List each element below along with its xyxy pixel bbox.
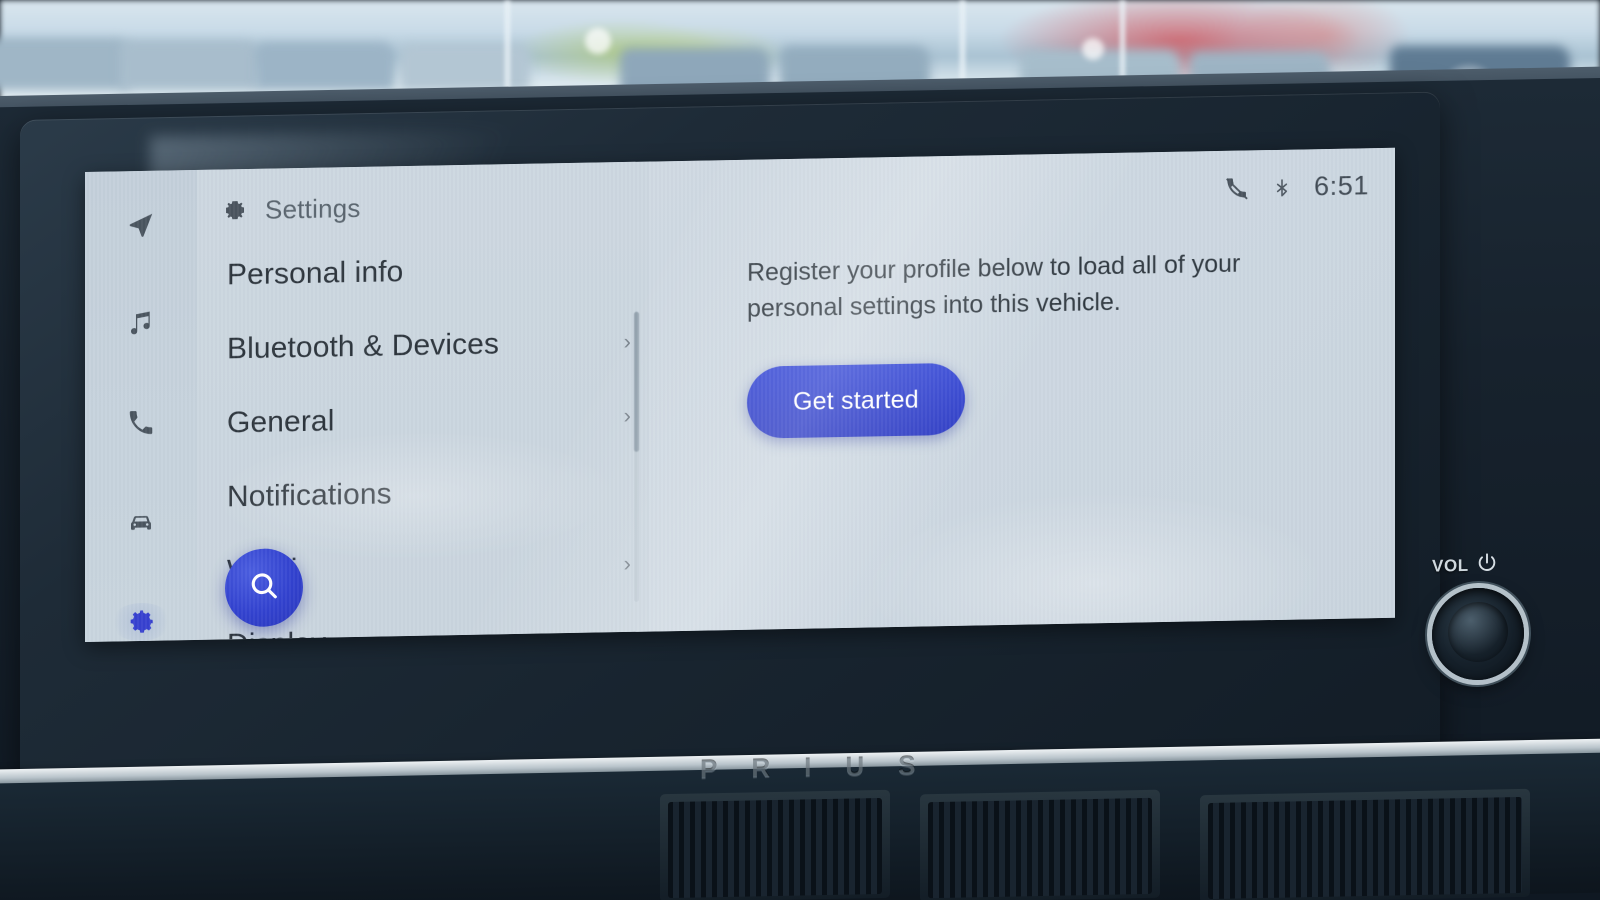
prius-badge: PRIUS <box>700 749 950 785</box>
settings-item-label: General <box>227 404 335 440</box>
car-icon <box>126 507 156 538</box>
blurred-car <box>0 38 130 90</box>
music-note-icon <box>126 308 156 339</box>
blurred-car <box>120 40 260 90</box>
lamppost <box>505 0 510 90</box>
scrollbar-thumb[interactable] <box>634 311 639 452</box>
light-bokeh <box>1082 38 1104 60</box>
rail-item-media[interactable] <box>111 304 171 343</box>
settings-list-panel: Settings Personal info › Bluetooth & Dev… <box>197 161 649 640</box>
blurred-car <box>400 44 530 90</box>
content-panel: 6:51 Register your profile below to load… <box>649 147 1395 632</box>
navigation-arrow-icon <box>126 208 156 239</box>
air-vent <box>1208 796 1522 900</box>
lamppost <box>960 0 965 90</box>
rail-item-navigation[interactable] <box>111 204 171 243</box>
settings-item-bluetooth-devices[interactable]: Bluetooth & Devices › <box>197 305 649 387</box>
chevron-right-icon: › <box>623 550 631 577</box>
rail-item-vehicle[interactable] <box>111 503 171 542</box>
infotainment-screen: Settings Personal info › Bluetooth & Dev… <box>85 147 1395 642</box>
bluetooth-icon <box>1272 174 1292 200</box>
volume-label-group: VOL <box>1432 551 1498 579</box>
settings-item-personal-info[interactable]: Personal info › <box>197 231 649 313</box>
gear-icon <box>126 607 156 638</box>
phone-off-icon <box>1224 175 1250 201</box>
settings-header: Settings <box>197 162 649 227</box>
rail-item-settings[interactable] <box>111 602 171 642</box>
gear-icon <box>223 199 247 223</box>
page-title: Settings <box>265 192 361 225</box>
phone-icon <box>126 408 156 439</box>
search-icon <box>247 568 281 608</box>
get-started-button[interactable]: Get started <box>747 362 965 439</box>
air-vent <box>668 797 882 899</box>
settings-item-label: Notifications <box>227 477 392 514</box>
clock: 6:51 <box>1314 170 1369 202</box>
settings-item-notifications[interactable]: Notifications › <box>197 453 649 535</box>
app-rail <box>85 169 197 642</box>
air-vent <box>928 797 1152 899</box>
settings-item-general[interactable]: General › <box>197 379 649 461</box>
settings-item-label: Personal info <box>227 255 404 292</box>
power-icon[interactable] <box>1476 551 1498 578</box>
status-bar: 6:51 <box>1224 170 1369 204</box>
blurred-car <box>255 42 395 90</box>
settings-item-label: Bluetooth & Devices <box>227 327 500 366</box>
chevron-right-icon: › <box>623 402 631 429</box>
light-bokeh <box>585 28 611 54</box>
chevron-right-icon: › <box>623 328 631 355</box>
rail-item-phone[interactable] <box>111 404 171 443</box>
profile-description: Register your profile below to load all … <box>747 249 1241 323</box>
volume-label: VOL <box>1432 555 1469 576</box>
